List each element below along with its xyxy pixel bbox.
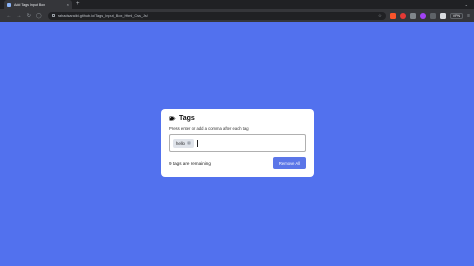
browser-tab[interactable]: Add Tags Input Box × bbox=[4, 0, 72, 9]
tags-icon bbox=[169, 116, 176, 121]
tag-input-box[interactable]: hello × bbox=[169, 134, 306, 152]
card-hint: Press enter or add a comma after each ta… bbox=[169, 126, 249, 131]
url-text[interactable]: rahadsaraikt.github.io/Tags_Input_Box_Ht… bbox=[58, 14, 378, 18]
sidebar-icon[interactable] bbox=[439, 12, 446, 19]
star-icon[interactable]: ☆ bbox=[378, 13, 382, 19]
extension-purple-icon[interactable] bbox=[419, 12, 426, 19]
remove-all-button[interactable]: Remove All bbox=[273, 157, 306, 169]
bookmark-icon[interactable]: ◯ bbox=[34, 13, 44, 19]
browser-tabbar: Add Tags Input Box × + ⌄ bbox=[0, 0, 474, 9]
brave-shield-icon[interactable] bbox=[389, 12, 396, 19]
tag-chip: hello × bbox=[173, 138, 194, 148]
card-header: Tags bbox=[169, 115, 306, 122]
lock-icon[interactable] bbox=[51, 14, 55, 17]
extension-gray-icon[interactable] bbox=[409, 12, 416, 19]
extension-red-icon[interactable] bbox=[399, 12, 406, 19]
tag-label: hello bbox=[176, 140, 185, 146]
back-icon[interactable]: ← bbox=[4, 13, 14, 19]
address-bar[interactable]: rahadsaraikt.github.io/Tags_Input_Box_Ht… bbox=[47, 11, 386, 20]
reload-icon[interactable]: ↻ bbox=[24, 13, 34, 19]
tab-title: Add Tags Input Box bbox=[14, 2, 46, 7]
tab-close-icon[interactable]: × bbox=[67, 2, 69, 7]
tag-input[interactable] bbox=[196, 139, 237, 147]
extensions-puzzle-icon[interactable] bbox=[429, 12, 436, 19]
menu-icon[interactable]: ≡ bbox=[467, 13, 470, 19]
browser-toolbar: ← → ↻ ◯ rahadsaraikt.github.io/Tags_Inpu… bbox=[0, 9, 474, 22]
card-title: Tags bbox=[179, 115, 195, 122]
forward-icon[interactable]: → bbox=[14, 13, 24, 19]
vpn-button[interactable]: VPN bbox=[449, 12, 464, 19]
tag-remove-icon[interactable]: × bbox=[186, 141, 191, 145]
tab-search-icon[interactable]: ⌄ bbox=[465, 2, 468, 7]
card-footer: 9 tags are remaining Remove All bbox=[169, 157, 306, 169]
tags-card: Tags Press enter or add a comma after ea… bbox=[161, 109, 314, 177]
new-tab-button[interactable]: + bbox=[76, 0, 80, 9]
favicon-icon bbox=[7, 2, 11, 7]
tags-remaining-text: 9 tags are remaining bbox=[169, 160, 211, 166]
